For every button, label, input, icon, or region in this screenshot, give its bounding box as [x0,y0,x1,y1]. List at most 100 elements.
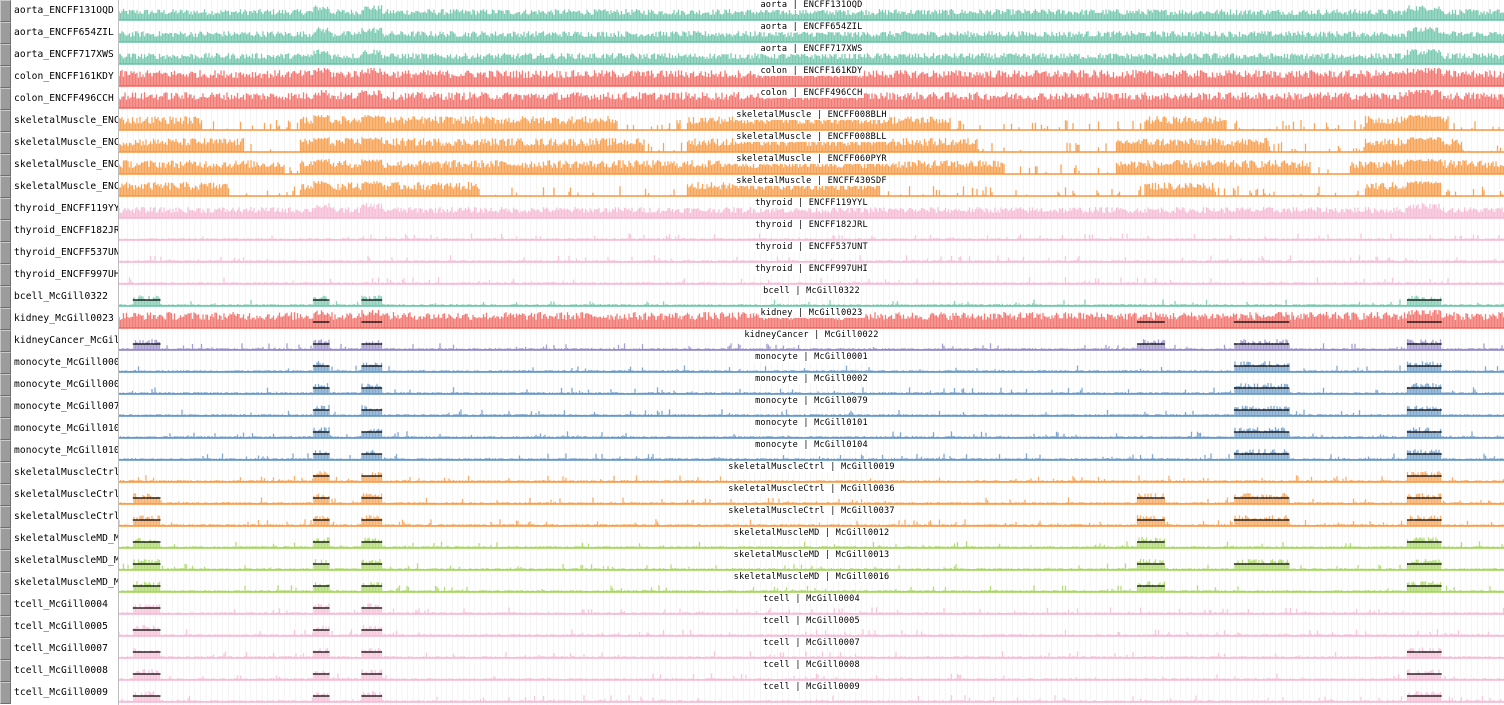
drag-handle[interactable] [0,132,11,154]
track-name-label[interactable]: monocyte_McGill0104 [14,440,118,462]
drag-handle[interactable] [0,462,11,484]
track-signal [119,203,1504,219]
track-signal [119,310,1504,329]
track-signal [119,537,1504,549]
drag-handle[interactable] [0,528,11,550]
track-name-label[interactable]: thyroid_ENCFF182JRL [14,220,118,242]
drag-handle[interactable] [0,242,11,264]
track-name-label[interactable]: skeletalMuscleCtrl_McGill0019 [14,462,118,484]
drag-handle[interactable] [0,638,11,660]
drag-handle[interactable] [0,154,11,176]
track-signal [119,405,1504,417]
signal-bars [119,68,1504,86]
track-name-label[interactable]: bcell_McGill0322 [14,286,118,308]
track-name-label[interactable]: thyroid_ENCFF997UHI [14,264,118,286]
drag-handle[interactable] [0,352,11,374]
drag-handle[interactable] [0,616,11,638]
track-name-label[interactable]: skeletalMuscle_ENCFF060PYR [14,154,118,176]
track-name-label[interactable]: aorta_ENCFF717XWS [14,44,118,66]
signal-bars [119,295,1504,306]
track-signal [119,295,1504,307]
track-signal [119,471,1504,483]
signal-panel[interactable]: aorta | ENCFF131OQD aorta | ENCFF654ZIL ao… [119,0,1504,705]
track-signal [119,255,1504,263]
track-name-label[interactable]: skeletalMuscle_ENCFF430SDF [14,176,118,198]
drag-handle[interactable] [0,484,11,506]
track-name-label[interactable]: colon_ENCFF161KDY [14,66,118,88]
track-name-label[interactable]: monocyte_McGill0101 [14,418,118,440]
drag-handle[interactable] [0,22,11,44]
drag-handle[interactable] [0,396,11,418]
drag-handle[interactable] [0,286,11,308]
drag-handle[interactable] [0,44,11,66]
track-name-label[interactable]: tcell_McGill0004 [14,594,118,616]
track-name-label[interactable]: monocyte_McGill0002 [14,374,118,396]
drag-handle[interactable] [0,0,11,22]
track-name-label[interactable]: monocyte_McGill0079 [14,396,118,418]
track-name-label[interactable]: skeletalMuscle_ENCFF008BLH [14,110,118,132]
signal-bars [119,255,1504,262]
track-name-label[interactable]: skeletalMuscleMD_McGill0016 [14,572,118,594]
track-name-label[interactable]: skeletalMuscleMD_McGill0013 [14,550,118,572]
drag-handle[interactable] [0,572,11,594]
drag-handle[interactable] [0,330,11,352]
signal-bars [119,137,1504,152]
signal-bars [119,27,1504,42]
drag-handle[interactable] [0,440,11,462]
track-signal [119,137,1504,153]
drag-handle[interactable] [0,374,11,396]
track-signal [119,181,1504,197]
track-name-label[interactable]: kidney_McGill0023 [14,308,118,330]
track-name-label[interactable]: tcell_McGill0005 [14,616,118,638]
track-signal [119,68,1504,87]
drag-handle[interactable] [0,110,11,132]
track-name-label[interactable]: tcell_McGill0008 [14,660,118,682]
track-signal [119,559,1504,571]
drag-handle[interactable] [0,66,11,88]
drag-handle[interactable] [0,594,11,616]
track-name-label[interactable]: thyroid_ENCFF119YYL [14,198,118,220]
track-name-label[interactable]: skeletalMuscleCtrl_McGill0037 [14,506,118,528]
track-name-label[interactable]: skeletalMuscleCtrl_McGill0036 [14,484,118,506]
drag-handle[interactable] [0,264,11,286]
track-name-label[interactable]: tcell_McGill0007 [14,638,118,660]
track-name-label[interactable]: aorta_ENCFF654ZIL [14,22,118,44]
track-signal [119,625,1504,637]
track-name-label[interactable]: skeletalMuscle_ENCFF008BLL [14,132,118,154]
signal-bars [119,90,1504,108]
track-name-label[interactable]: thyroid_ENCFF537UNT [14,242,118,264]
track-signal [119,5,1504,21]
track-signal [119,383,1504,395]
track-name-label[interactable]: kidneyCancer_McGill0022 [14,330,118,352]
drag-handle[interactable] [0,176,11,198]
track-name-label[interactable]: monocyte_McGill0001 [14,352,118,374]
signal-canvas [119,0,1504,705]
track-name-label[interactable]: tcell_McGill0009 [14,682,118,704]
signal-bars [119,115,1504,130]
drag-handle[interactable] [0,506,11,528]
track-signal [119,90,1504,109]
track-name-label[interactable]: skeletalMuscleMD_McGill0012 [14,528,118,550]
signal-bars [119,49,1504,64]
track-signal [119,277,1504,285]
drag-handle[interactable] [0,682,11,704]
track-signal [119,493,1504,505]
track-signal [119,233,1504,241]
drag-handle[interactable] [0,220,11,242]
signal-bars [119,277,1504,284]
drag-handle[interactable] [0,418,11,440]
track-signal [119,581,1504,593]
drag-handle[interactable] [0,88,11,110]
signal-bars [119,181,1504,196]
genome-browser: aorta_ENCFF131OQD aorta_ENCFF654ZIL aorta_… [0,0,1504,705]
track-signal [119,647,1504,659]
track-signal [119,449,1504,461]
drag-handle[interactable] [0,660,11,682]
track-name-label[interactable]: colon_ENCFF496CCH [14,88,118,110]
signal-bars [119,310,1504,328]
drag-handle[interactable] [0,550,11,572]
track-signal [119,27,1504,43]
track-name-label[interactable]: aorta_ENCFF131OQD [14,0,118,22]
drag-handle[interactable] [0,308,11,330]
drag-handle[interactable] [0,198,11,220]
